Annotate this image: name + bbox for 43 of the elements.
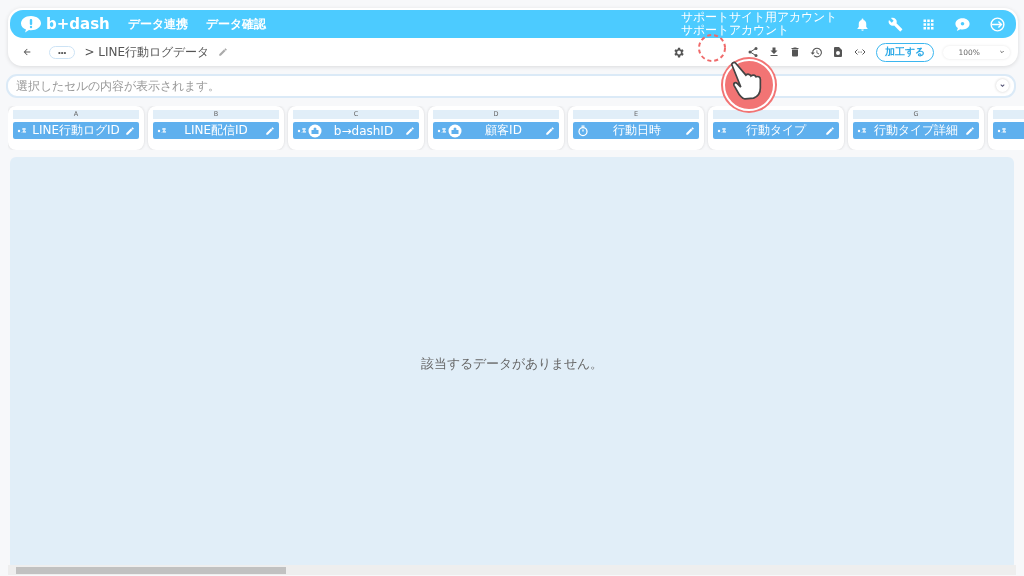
cell-content-field[interactable]: 選択したセルの内容が表示されます。 [6,74,1016,98]
account-name: サポートアカウント [681,24,790,37]
nav-link[interactable]: データ確認 [205,15,266,33]
edit-icon[interactable] [545,125,555,136]
logout-icon[interactable] [989,15,1006,33]
column-header[interactable]: 行動タイプ [713,122,839,139]
process-button[interactable]: 加工する [875,42,934,62]
edit-icon[interactable] [405,125,415,136]
text-type-icon [857,127,867,134]
speech-bubble-logo-icon [20,15,42,33]
text-type-icon [997,127,1007,134]
id-type-icon [297,123,322,138]
id-type-icon [437,123,462,138]
empty-message: 該当するデータがありません。 [421,354,603,373]
wrench-icon[interactable] [888,16,903,32]
column-header[interactable]: LINE行動ログID [13,122,139,139]
logo-text: b+dash [46,15,110,33]
column-header[interactable]: 行動タイプ詳細 [853,122,979,139]
horizontal-scrollbar[interactable] [8,565,1016,575]
nav-link[interactable]: データ連携 [127,15,188,33]
bell-icon[interactable] [855,16,870,32]
column-header[interactable]: LINE配信ID [153,122,279,139]
edit-icon[interactable] [685,125,695,136]
timer-icon [577,124,589,137]
account-site: サポートサイト用アカウント [681,11,837,24]
edit-icon[interactable] [125,125,135,136]
text-type-icon [17,127,27,134]
text-type-icon [717,127,727,134]
breadcrumb: > LINE行動ログデータ [84,43,210,61]
chevron-down-icon[interactable] [998,48,1006,56]
history-icon[interactable] [809,45,823,59]
column-header[interactable]: 顧客ID [433,122,559,139]
rename-pencil-icon[interactable] [218,47,229,57]
edit-icon[interactable] [265,125,275,136]
edit-icon[interactable] [965,125,975,136]
edit-icon[interactable] [825,125,835,136]
document-icon[interactable] [831,46,844,58]
column-header[interactable]: b→dashID [293,122,419,139]
column-header[interactable]: 行動日時 [573,122,699,139]
share-icon[interactable] [746,46,759,58]
breadcrumb-more-button[interactable]: ••• [49,45,76,59]
chat-bubble-icon[interactable] [954,15,971,33]
text-type-icon [157,127,167,134]
